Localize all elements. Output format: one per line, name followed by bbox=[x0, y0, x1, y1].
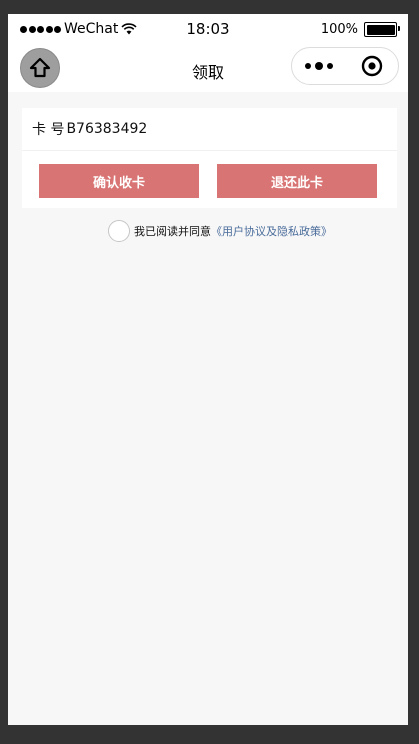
confirm-receive-button[interactable]: 确认收卡 bbox=[39, 164, 199, 198]
capsule-menu bbox=[291, 47, 399, 85]
return-card-button[interactable]: 退还此卡 bbox=[217, 164, 377, 198]
phone-screen: WeChat 18:03 100% 领取 卡 号 B76383492 确认收卡 … bbox=[8, 14, 408, 725]
nav-bar: 领取 bbox=[8, 44, 408, 92]
more-dots-icon[interactable] bbox=[305, 62, 333, 70]
card-number-row: 卡 号 B76383492 bbox=[22, 108, 397, 151]
card-number-value: B76383492 bbox=[66, 121, 148, 137]
agreement-text: 我已阅读并同意 bbox=[134, 225, 211, 238]
battery-percent: 100% bbox=[320, 22, 358, 37]
card-panel: 卡 号 B76383492 确认收卡 退还此卡 bbox=[22, 108, 397, 208]
battery-icon bbox=[364, 22, 400, 37]
card-number-label: 卡 号 bbox=[32, 122, 65, 138]
close-target-icon[interactable] bbox=[361, 55, 383, 77]
battery-status: 100% bbox=[320, 22, 400, 37]
agreement-row: 我已阅读并同意 《用户协议及隐私政策》 bbox=[108, 220, 332, 242]
agree-checkbox[interactable] bbox=[108, 220, 130, 242]
policy-link[interactable]: 《用户协议及隐私政策》 bbox=[211, 223, 332, 239]
status-bar: WeChat 18:03 100% bbox=[8, 14, 408, 44]
